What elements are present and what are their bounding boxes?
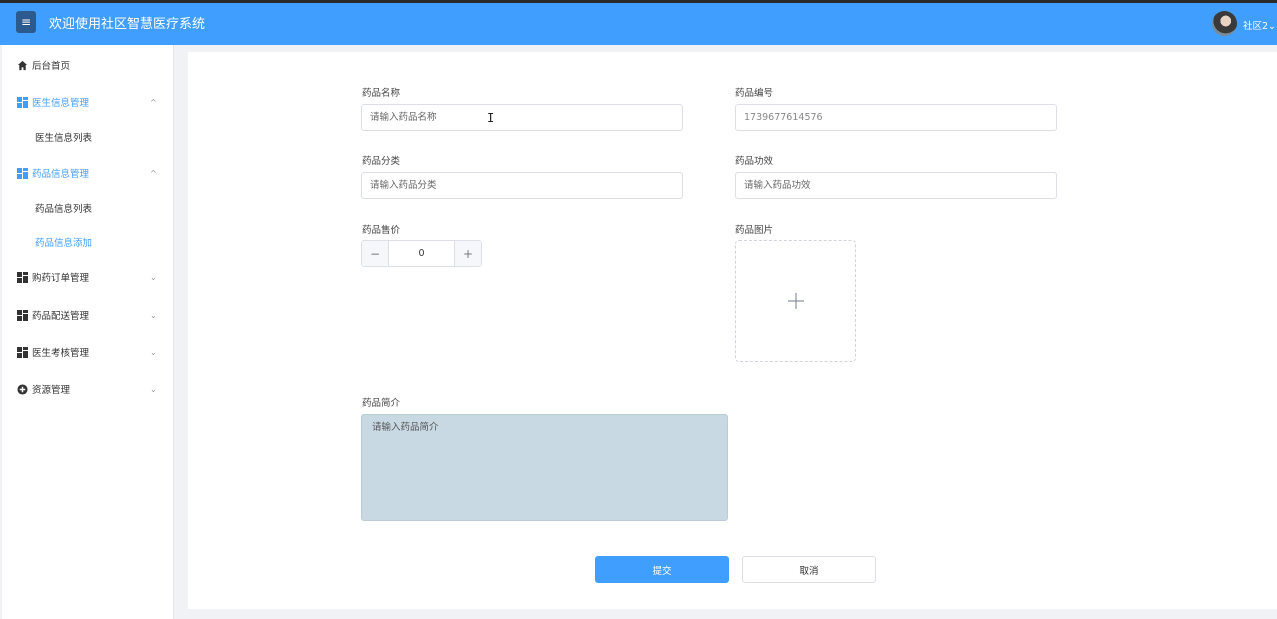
code-input[interactable] <box>735 104 1057 131</box>
chevron-down-icon: ⌄ <box>150 272 157 282</box>
chevron-down-icon: ⌄ <box>150 384 157 394</box>
sidebar-item-label: 药品信息管理 <box>32 169 90 180</box>
effect-label: 药品功效 <box>735 156 774 167</box>
user-name-label: 社区2 <box>1243 21 1269 32</box>
user-avatar[interactable] <box>1212 11 1237 36</box>
sidebar-item-resource-management[interactable]: 资源管理 ⌄ <box>2 376 172 402</box>
intro-textarea[interactable] <box>361 414 728 521</box>
menu-toggle-icon[interactable]: ≡ <box>16 11 36 33</box>
intro-label: 药品简介 <box>362 398 401 409</box>
image-label: 药品图片 <box>735 225 774 236</box>
name-input[interactable] <box>361 104 683 131</box>
image-uploader[interactable] <box>735 240 856 362</box>
submit-button[interactable]: 提交 <box>595 556 729 583</box>
price-value[interactable]: 0 <box>389 241 454 266</box>
category-label: 药品分类 <box>362 156 401 167</box>
sidebar-item-label: 药品信息添加 <box>35 238 93 249</box>
code-label: 药品编号 <box>735 88 774 99</box>
app-title: 欢迎使用社区智慧医疗系统 <box>49 17 206 32</box>
chevron-up-icon: ^ <box>150 97 157 107</box>
sidebar-item-label: 医生考核管理 <box>32 348 90 359</box>
sidebar-item-medicine-list[interactable]: 药品信息列表 <box>2 195 172 221</box>
price-label: 药品售价 <box>362 225 401 236</box>
decrease-button[interactable]: − <box>362 241 389 266</box>
sidebar-item-label: 医生信息管理 <box>32 98 90 109</box>
sidebar-item-label: 药品信息列表 <box>35 204 93 215</box>
form-card <box>188 52 1277 609</box>
plus-icon <box>787 293 804 309</box>
chevron-up-icon: ^ <box>150 168 157 178</box>
sidebar-item-label: 购药订单管理 <box>32 273 90 284</box>
name-label: 药品名称 <box>362 88 401 99</box>
price-stepper: − 0 + <box>361 240 482 267</box>
grid-icon <box>16 167 28 179</box>
effect-input[interactable] <box>735 172 1057 199</box>
home-icon <box>16 59 28 71</box>
chevron-down-icon: ⌄ <box>1268 21 1277 32</box>
sidebar-item-order-management[interactable]: 购药订单管理 ⌄ <box>2 264 172 290</box>
chevron-down-icon: ⌄ <box>150 310 157 320</box>
grid-icon <box>16 271 28 283</box>
top-header: ≡ 欢迎使用社区智慧医疗系统 社区2⌄ <box>0 0 1277 45</box>
user-menu[interactable]: 社区2⌄ <box>1243 18 1276 32</box>
grid-icon <box>16 346 28 358</box>
sidebar-item-medicine-management[interactable]: 药品信息管理 ^ <box>2 160 172 186</box>
grid-icon <box>16 96 28 108</box>
sidebar-item-assessment-management[interactable]: 医生考核管理 ⌄ <box>2 339 172 365</box>
increase-button[interactable]: + <box>454 241 481 266</box>
sidebar-item-label: 医生信息列表 <box>35 133 93 144</box>
sidebar-item-label: 药品配送管理 <box>32 311 90 322</box>
category-input[interactable] <box>361 172 683 199</box>
sidebar-item-home[interactable]: 后台首页 <box>2 52 172 78</box>
sidebar: 后台首页 医生信息管理 ^ 医生信息列表 药品信息管理 ^ 药品信息列表 药品信… <box>2 45 174 619</box>
text-cursor-icon: I <box>487 111 495 125</box>
chevron-down-icon: ⌄ <box>150 347 157 357</box>
sidebar-item-label: 后台首页 <box>32 61 71 72</box>
sidebar-item-delivery-management[interactable]: 药品配送管理 ⌄ <box>2 302 172 328</box>
cancel-button[interactable]: 取消 <box>742 556 876 583</box>
plus-circle-icon <box>16 383 28 395</box>
grid-icon <box>16 309 28 321</box>
sidebar-item-label: 资源管理 <box>32 385 71 396</box>
sidebar-item-medicine-add[interactable]: 药品信息添加 <box>2 229 172 255</box>
sidebar-item-doctor-list[interactable]: 医生信息列表 <box>2 124 172 150</box>
sidebar-item-doctor-management[interactable]: 医生信息管理 ^ <box>2 89 172 115</box>
